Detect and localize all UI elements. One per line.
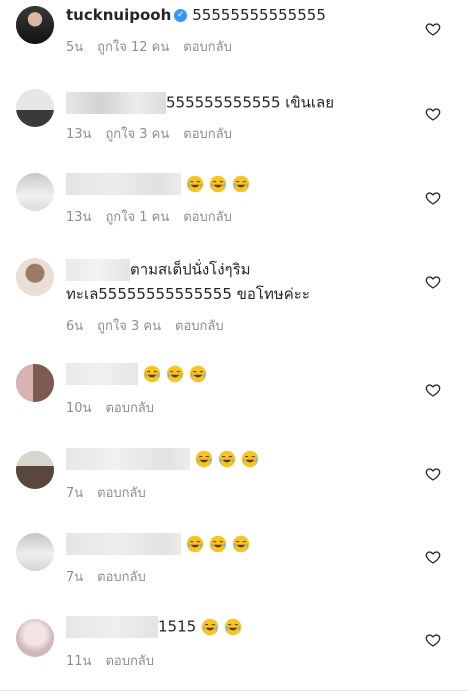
heart-outline-icon[interactable] xyxy=(425,190,441,206)
comment-text-line-2: ทะเล55555555555555 ขอโทษค่ะะ xyxy=(66,284,310,304)
comment-meta: 7น ตอบกลับ xyxy=(66,566,160,587)
heart-outline-icon[interactable] xyxy=(425,106,441,122)
comment-meta: 5น ถูกใจ 12 คน ตอบกลับ xyxy=(66,36,246,57)
heart-outline-icon[interactable] xyxy=(425,382,441,398)
face-with-tears-of-joy-emoji xyxy=(218,450,236,468)
comment-text-line xyxy=(66,448,259,470)
avatar[interactable] xyxy=(16,173,54,211)
comment-meta: 7น ตอบกลับ xyxy=(66,482,160,503)
comment-time: 7น xyxy=(66,486,84,501)
heart-outline-icon[interactable] xyxy=(425,549,441,565)
reply-button[interactable]: ตอบกลับ xyxy=(183,40,232,55)
comment-time: 13น xyxy=(66,127,92,142)
reply-button[interactable]: ตอบกลับ xyxy=(97,570,146,585)
face-with-tears-of-joy-emoji xyxy=(209,175,227,193)
face-with-tears-of-joy-emoji xyxy=(195,450,213,468)
avatar[interactable] xyxy=(16,619,54,657)
face-with-tears-of-joy-emoji xyxy=(189,365,207,383)
avatar[interactable] xyxy=(16,6,54,44)
face-with-tears-of-joy-emoji xyxy=(143,365,161,383)
redacted-username xyxy=(66,448,190,470)
face-with-tears-of-joy-emoji xyxy=(232,535,250,553)
heart-outline-icon[interactable] xyxy=(425,274,441,290)
comment-text: 555555555555 เขินเลย xyxy=(166,93,335,112)
comment-text-line xyxy=(66,533,250,555)
avatar[interactable] xyxy=(16,451,54,489)
face-with-tears-of-joy-emoji xyxy=(209,535,227,553)
redacted-username xyxy=(66,533,181,555)
redacted-username xyxy=(66,92,166,114)
face-with-tears-of-joy-emoji xyxy=(224,618,242,636)
face-with-tears-of-joy-emoji xyxy=(166,365,184,383)
comment-time: 7น xyxy=(66,570,84,585)
comment-meta: 10น ตอบกลับ xyxy=(66,397,168,418)
comment-meta: 13น ถูกใจ 3 คน ตอบกลับ xyxy=(66,123,246,144)
avatar[interactable] xyxy=(16,258,54,296)
reply-button[interactable]: ตอบกลับ xyxy=(183,210,232,225)
reply-button[interactable]: ตอบกลับ xyxy=(105,654,154,669)
reply-button[interactable]: ตอบกลับ xyxy=(105,401,154,416)
redacted-username xyxy=(66,363,138,385)
comment-text-line: 1515 xyxy=(66,616,242,638)
comment-text-line xyxy=(66,363,207,385)
avatar[interactable] xyxy=(16,533,54,571)
comment-meta: 11น ตอบกลับ xyxy=(66,650,168,671)
comment-text-line: 555555555555 เขินเลย xyxy=(66,92,334,114)
face-with-tears-of-joy-emoji xyxy=(232,175,250,193)
heart-outline-icon[interactable] xyxy=(425,21,441,37)
comment-time: 11น xyxy=(66,654,92,669)
face-with-tears-of-joy-emoji xyxy=(241,450,259,468)
comment-meta: 6น ถูกใจ 3 คน ตอบกลับ xyxy=(66,315,238,336)
redacted-username xyxy=(66,173,181,195)
comment-text-2: ทะเล55555555555555 ขอโทษค่ะะ xyxy=(66,285,310,303)
redacted-username xyxy=(66,259,130,281)
comment-text: 55555555555555 xyxy=(192,6,326,24)
likes-count[interactable]: ถูกใจ 3 คน xyxy=(105,127,169,142)
comment-text-1: ตามสเต็ปนั่งโง่ๆริม xyxy=(130,260,251,279)
comment-time: 5น xyxy=(66,40,84,55)
comment-text-line: tucknuipooh ✓ 55555555555555 xyxy=(66,5,326,25)
comment-text: 1515 xyxy=(158,617,197,636)
avatar[interactable] xyxy=(16,364,54,402)
comment-text-line-1: ตามสเต็ปนั่งโง่ๆริม xyxy=(66,259,251,281)
divider xyxy=(0,690,467,691)
redacted-username xyxy=(66,616,158,638)
comment-time: 10น xyxy=(66,401,92,416)
comment-text-line xyxy=(66,173,250,195)
username[interactable]: tucknuipooh xyxy=(66,6,171,24)
likes-count[interactable]: ถูกใจ 3 คน xyxy=(97,319,161,334)
verified-badge-icon: ✓ xyxy=(174,9,188,22)
likes-count[interactable]: ถูกใจ 12 คน xyxy=(97,40,169,55)
reply-button[interactable]: ตอบกลับ xyxy=(183,127,232,142)
face-with-tears-of-joy-emoji xyxy=(186,175,204,193)
comment-time: 13น xyxy=(66,210,92,225)
comment-time: 6น xyxy=(66,319,84,334)
face-with-tears-of-joy-emoji xyxy=(186,535,204,553)
likes-count[interactable]: ถูกใจ 1 คน xyxy=(105,210,169,225)
face-with-tears-of-joy-emoji xyxy=(201,618,219,636)
heart-outline-icon[interactable] xyxy=(425,632,441,648)
reply-button[interactable]: ตอบกลับ xyxy=(97,486,146,501)
comment-meta: 13น ถูกใจ 1 คน ตอบกลับ xyxy=(66,206,246,227)
reply-button[interactable]: ตอบกลับ xyxy=(175,319,224,334)
avatar[interactable] xyxy=(16,89,54,127)
heart-outline-icon[interactable] xyxy=(425,466,441,482)
